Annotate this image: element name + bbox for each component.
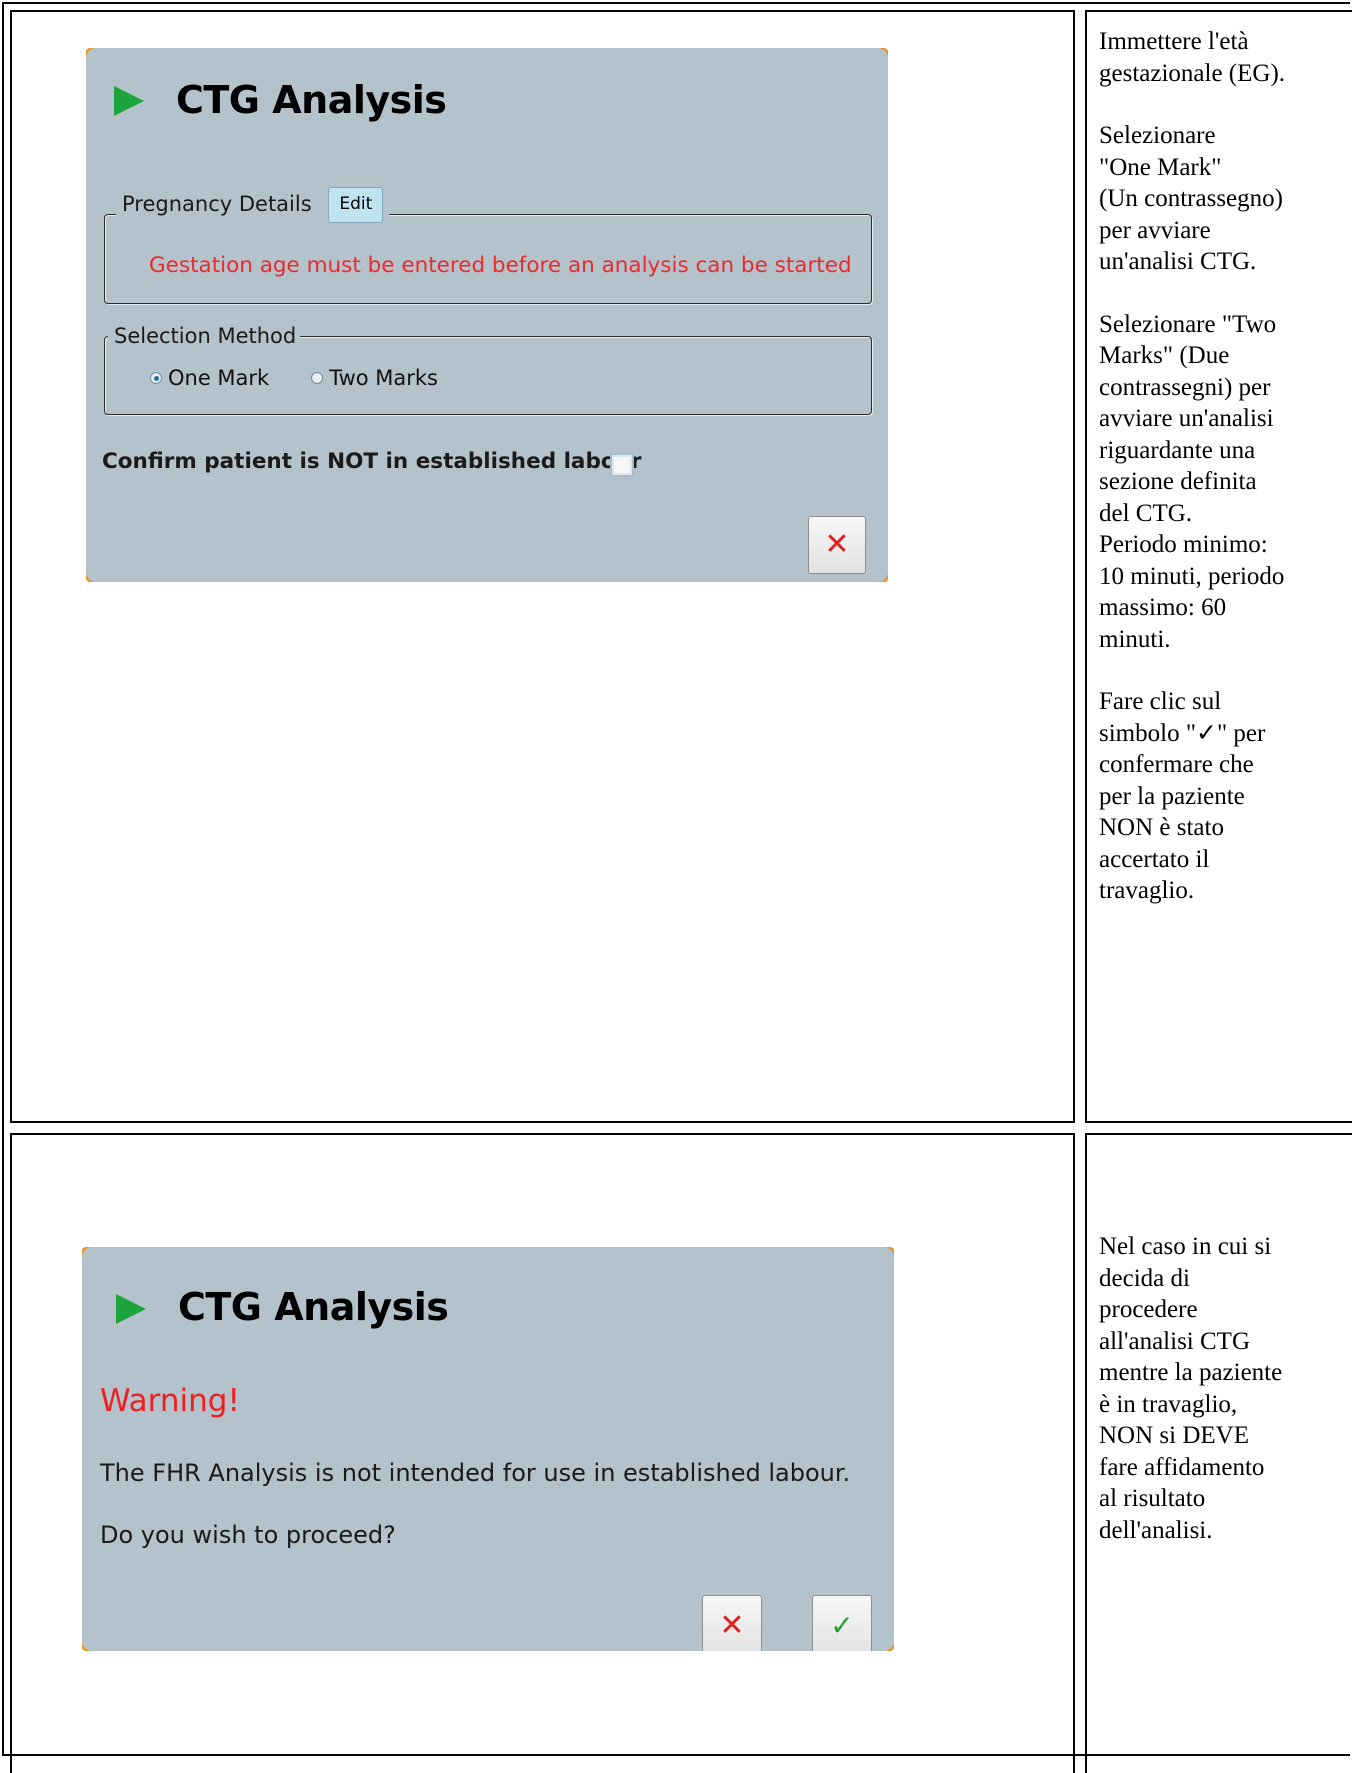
selection-method-options: One Mark Two Marks [150, 366, 480, 390]
radio-two-marks[interactable] [311, 372, 324, 384]
table-cell-screenshot-1: CTG Analysis Pregnancy Details Edit Gest… [10, 10, 1075, 1123]
confirm-button[interactable]: ✓ [812, 1595, 872, 1651]
close-x-icon: ✕ [719, 1608, 745, 1643]
play-arrow-icon [114, 86, 144, 116]
dialog-title: CTG Analysis [178, 1285, 449, 1329]
table-cell-screenshot-2: CTG Analysis Warning! The FHR Analysis i… [10, 1133, 1075, 1773]
confirm-labour-label: Confirm patient is NOT in established la… [102, 449, 642, 474]
instruction-paragraph: Selezionare "One Mark" (Un contrassegno)… [1099, 122, 1283, 275]
selection-method-legend: Selection Method [108, 323, 301, 349]
instruction-paragraph: Fare clic sul simbolo "✓" per confermare… [1099, 688, 1266, 904]
pregnancy-details-label: Pregnancy Details [122, 192, 312, 216]
cancel-button[interactable]: ✕ [702, 1595, 762, 1651]
table-cell-instructions-2: Nel caso in cui si decida di procedere a… [1085, 1133, 1352, 1773]
ctg-analysis-dialog: CTG Analysis Pregnancy Details Edit Gest… [86, 48, 888, 582]
confirm-labour-checkbox[interactable] [610, 453, 634, 477]
edit-button[interactable]: Edit [328, 187, 384, 223]
warning-title: Warning! [100, 1383, 240, 1419]
radio-two-marks-label[interactable]: Two Marks [329, 366, 438, 390]
radio-one-mark[interactable] [150, 372, 162, 384]
gestation-age-error: Gestation age must be entered before an … [149, 253, 852, 278]
instruction-paragraph: Nel caso in cui si decida di procedere a… [1099, 1233, 1283, 1544]
dialog-title: CTG Analysis [176, 78, 447, 122]
checkmark-icon: ✓ [830, 1609, 854, 1642]
instructions-text-2: Nel caso in cui si decida di procedere a… [1099, 1231, 1282, 1577]
table-cell-instructions-1: Immettere l'età gestazionale (EG). Selez… [1085, 10, 1352, 1123]
instruction-paragraph: Immettere l'età gestazionale (EG). [1099, 28, 1286, 87]
play-arrow-icon [116, 1294, 146, 1324]
ctg-warning-dialog: CTG Analysis Warning! The FHR Analysis i… [82, 1247, 894, 1651]
radio-one-mark-label[interactable]: One Mark [168, 366, 269, 390]
instruction-paragraph: Selezionare "Two Marks" (Due contrassegn… [1099, 310, 1285, 653]
warning-text: The FHR Analysis is not intended for use… [100, 1459, 851, 1487]
close-x-icon: ✕ [824, 527, 850, 562]
proceed-question: Do you wish to proceed? [100, 1521, 396, 1549]
pregnancy-details-legend: Pregnancy Details Edit [116, 187, 390, 223]
cancel-button[interactable]: ✕ [808, 516, 866, 574]
instructions-text-1: Immettere l'età gestazionale (EG). Selez… [1099, 26, 1285, 938]
